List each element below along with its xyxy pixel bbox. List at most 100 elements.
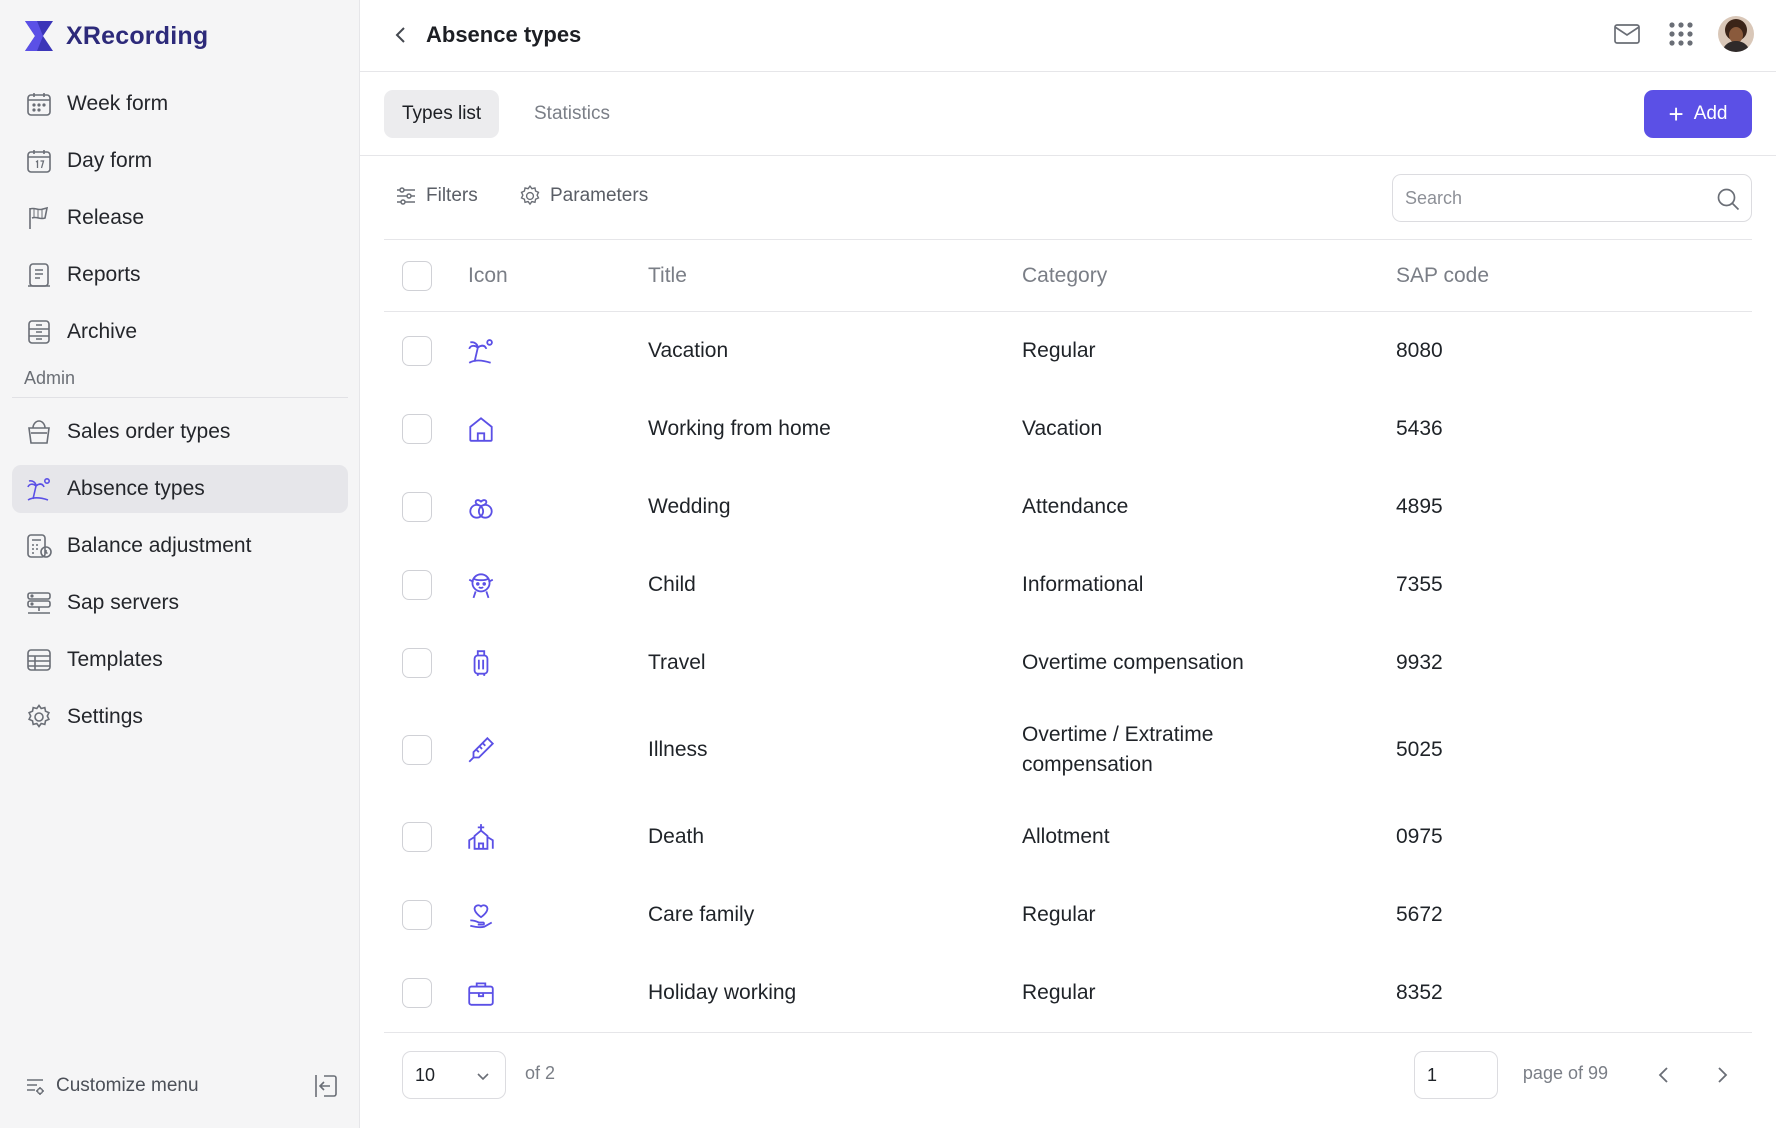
row-sap-code: 0975 [1396,825,1443,848]
app-name: XRecording [66,21,209,50]
page-size-select[interactable]: 10 [402,1051,506,1099]
back-button[interactable] [388,22,414,48]
server-icon [27,592,51,614]
sidebar-item-sap-servers[interactable]: Sap servers [12,579,348,627]
sidebar-item-sales-order-types[interactable]: Sales order types [12,408,348,456]
row-category: Attendance [1022,495,1129,518]
row-checkbox[interactable] [402,570,432,600]
table-toolbar: Filters Parameters [384,156,1752,240]
row-sap-code: 7355 [1396,573,1443,596]
pagination: 10 of 2 1 page of 99 [384,1032,1752,1128]
gear-icon [520,184,540,206]
row-sap-code: 5672 [1396,903,1443,926]
sidebar-item-label: Archive [67,320,138,343]
table-row[interactable]: Death Allotment 0975 [384,798,1752,876]
sidebar-item-label: Release [67,206,145,229]
page-title: Absence types [426,22,582,47]
calendar-week-icon [27,93,51,116]
row-title: Vacation [648,339,729,362]
row-title: Working from home [648,417,831,440]
page-of-total: page of 99 [1522,1063,1608,1083]
column-header-category[interactable]: Category [1022,264,1107,288]
next-page-button[interactable] [1702,1055,1742,1095]
apps-button[interactable] [1664,17,1698,51]
row-checkbox[interactable] [402,978,432,1008]
add-button[interactable]: + Add [1644,90,1752,138]
table-row[interactable]: Child Informational 7355 [384,546,1752,624]
column-header-sap-code[interactable]: SAP code [1396,264,1489,288]
search-input[interactable] [1405,187,1705,209]
chevron-right-icon [1718,1067,1728,1083]
column-header-icon: Icon [468,263,508,287]
filters-button[interactable]: Filters [394,184,478,208]
filters-label: Filters [426,185,478,206]
sidebar-item-label: Week form [67,92,169,115]
sidebar-item-label: Settings [67,705,143,728]
table-row[interactable]: Travel Overtime compensation 9932 [384,624,1752,702]
collapse-icon [315,1075,337,1097]
table-row[interactable]: Wedding Attendance 4895 [384,468,1752,546]
row-checkbox[interactable] [402,414,432,444]
table-row[interactable]: Working from home Vacation 5436 [384,390,1752,468]
column-header-title[interactable]: Title [648,264,687,288]
table-row[interactable]: Illness Overtime / Extratime compensatio… [384,702,1752,798]
row-checkbox[interactable] [402,900,432,930]
chevron-left-icon [395,27,405,43]
topbar-actions [1590,16,1754,52]
row-title: Holiday working [648,981,797,1004]
sidebar-item-absence-types[interactable]: Absence types [12,465,348,513]
customize-menu-button[interactable]: Customize menu [24,1075,199,1097]
row-title: Child [648,573,696,596]
tab-statistics[interactable]: Statistics [516,90,628,138]
logo-icon [25,21,53,51]
mail-button[interactable] [1610,17,1644,51]
row-sap-code: 4895 [1396,495,1443,518]
island-icon [27,477,50,501]
select-all-checkbox[interactable] [402,261,432,291]
sidebar-item-archive[interactable]: Archive [12,308,348,356]
chevron-left-icon [1658,1067,1668,1083]
collapse-sidebar-button[interactable] [311,1071,341,1101]
island-icon [468,339,493,364]
row-checkbox[interactable] [402,492,432,522]
sidebar-item-balance-adjustment[interactable]: Balance adjustment [12,522,348,570]
row-category: Vacation [1022,417,1103,440]
sidebar-item-settings[interactable]: Settings [12,693,348,741]
sidebar-item-week-form[interactable]: Week form [12,80,348,128]
row-checkbox[interactable] [402,648,432,678]
table-icon [27,649,51,671]
brand[interactable]: XRecording [24,18,208,54]
search-box [1392,174,1752,222]
page-number-input[interactable]: 1 [1414,1051,1498,1099]
tab-types-list[interactable]: Types list [384,90,500,138]
previous-page-button[interactable] [1644,1055,1684,1095]
avatar-image [1718,16,1754,52]
row-checkbox[interactable] [402,822,432,852]
sidebar-item-label: Balance adjustment [67,534,252,557]
tabs-bar: Types list Statistics + Add [360,72,1776,156]
table-row[interactable]: Vacation Regular 8080 [384,312,1752,390]
sidebar-item-templates[interactable]: Templates [12,636,348,684]
sidebar-item-release[interactable]: Release [12,194,348,242]
sidebar-section-admin: Admin [12,368,348,398]
user-avatar[interactable] [1718,16,1754,52]
table-row[interactable]: Holiday working Regular 8352 [384,954,1752,1032]
table-row[interactable]: Care family Regular 5672 [384,876,1752,954]
search-icon[interactable] [1715,186,1741,212]
row-checkbox[interactable] [402,336,432,366]
page-size-of-total: of 2 [525,1063,556,1083]
row-sap-code: 5025 [1396,738,1443,761]
page-size-value: 10 [415,1064,436,1085]
row-checkbox[interactable] [402,735,432,765]
sidebar-nav: Week form Day form Release Reports Archi… [12,80,348,750]
row-category: Informational [1022,573,1144,596]
sidebar-item-reports[interactable]: Reports [12,251,348,299]
page-number-value: 1 [1427,1064,1438,1085]
calendar-day-icon [27,150,51,173]
home-icon [469,417,493,442]
sidebar-item-day-form[interactable]: Day form [12,137,348,185]
parameters-button[interactable]: Parameters [518,184,648,208]
calculator-clock-icon [27,534,52,558]
sidebar-item-label: Day form [67,149,153,172]
child-icon [468,573,494,599]
